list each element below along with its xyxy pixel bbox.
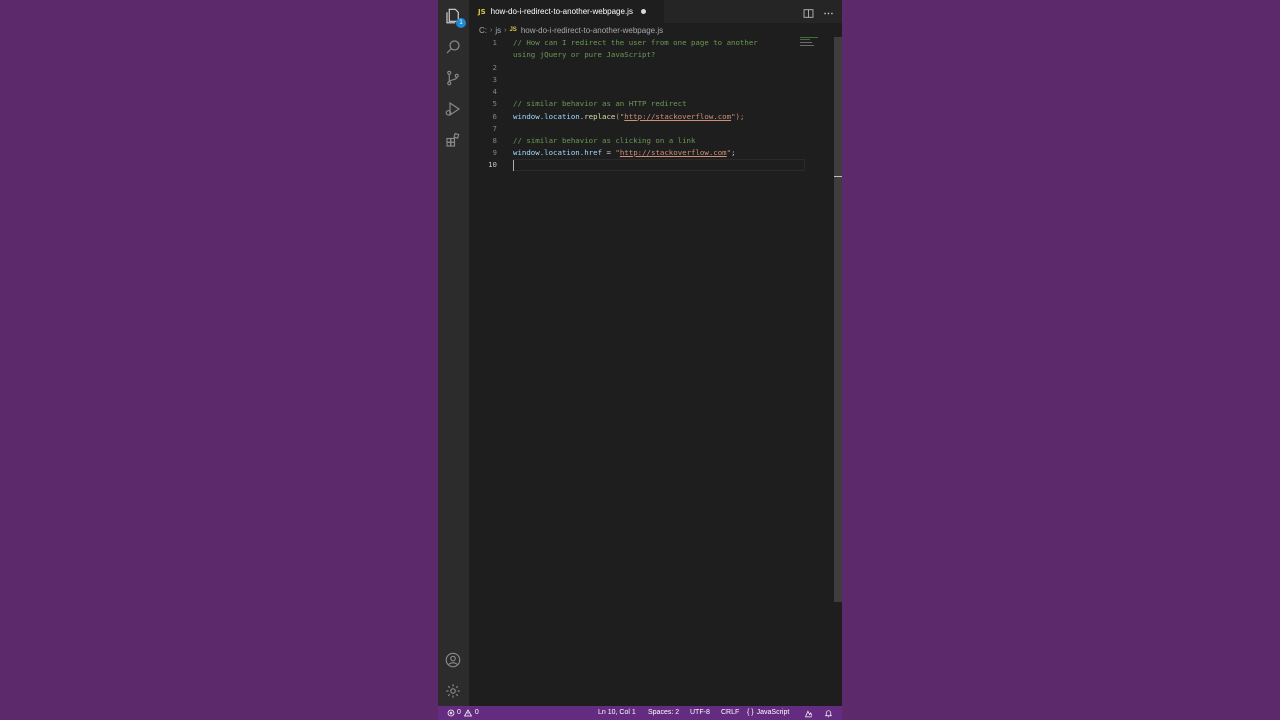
tab-active-file[interactable]: JS how-do-i-redirect-to-another-webpage.…: [469, 0, 664, 23]
split-editor-icon[interactable]: [803, 4, 814, 23]
braces-icon: { }: [747, 709, 754, 716]
chevron-right-icon: ›: [504, 26, 507, 34]
line-number: 5: [492, 99, 497, 108]
js-file-icon: JS: [509, 27, 517, 33]
line-number: 2: [492, 63, 497, 72]
token-href: href: [584, 148, 603, 157]
scrollbar-cursor-marker: [834, 176, 842, 177]
minimap[interactable]: [800, 37, 820, 47]
vscode-window: 1 JS how-do-i-redirect-to-another-webpag…: [438, 0, 842, 720]
activity-bar: 1: [438, 0, 469, 706]
explorer-badge: 1: [456, 18, 466, 28]
code-line-1-wrapped: using jQuery or pure JavaScript?: [513, 50, 656, 59]
url-link[interactable]: http://stackoverflow.com: [624, 112, 731, 121]
line-ending[interactable]: CRLF: [721, 706, 739, 720]
token-window: window: [513, 148, 540, 157]
source-control-icon[interactable]: [443, 68, 463, 88]
line-number: 6: [492, 112, 497, 121]
error-icon: [447, 709, 455, 717]
more-actions-icon[interactable]: [823, 4, 834, 23]
extensions-icon[interactable]: [443, 130, 463, 150]
breadcrumb: C: › js › JS how-do-i-redirect-to-anothe…: [469, 23, 842, 37]
breadcrumb-file[interactable]: how-do-i-redirect-to-another-webpage.js: [521, 26, 663, 35]
cursor-position[interactable]: Ln 10, Col 1: [598, 706, 636, 720]
code-editor[interactable]: 1 2 3 4 5 6 7 8 9 10 // How can I redire…: [469, 37, 834, 706]
line-number: 1: [492, 38, 497, 47]
chevron-right-icon: ›: [490, 26, 493, 34]
explorer-icon[interactable]: 1: [443, 6, 466, 28]
breadcrumb-folder[interactable]: js: [495, 26, 501, 35]
code-line-1: // How can I redirect the user from one …: [513, 38, 758, 47]
line-number: 7: [492, 124, 497, 133]
token-location: location: [544, 112, 580, 121]
token-location: location: [544, 148, 580, 157]
search-icon[interactable]: [443, 37, 463, 57]
unsaved-dot-icon[interactable]: [640, 9, 646, 14]
vertical-scrollbar[interactable]: [834, 37, 842, 602]
token-assign: =: [602, 148, 616, 157]
breadcrumb-drive[interactable]: C:: [479, 26, 487, 35]
token-open: (": [615, 112, 625, 121]
run-debug-icon[interactable]: [443, 99, 463, 119]
tab-bar: JS how-do-i-redirect-to-another-webpage.…: [469, 0, 842, 23]
token-close: ");: [731, 112, 745, 121]
line-number: 8: [492, 136, 497, 145]
code-line-9: window.location.href = "http://stackover…: [513, 147, 736, 159]
notifications-bell-icon[interactable]: [824, 706, 833, 720]
tab-title: how-do-i-redirect-to-another-webpage.js: [490, 7, 633, 16]
account-icon[interactable]: [443, 650, 463, 670]
language-label: JavaScript: [756, 709, 790, 716]
token-replace: replace: [584, 112, 616, 121]
feedback-icon[interactable]: [804, 706, 813, 720]
token-window: window: [513, 112, 540, 121]
language-mode[interactable]: { } JavaScript: [747, 706, 789, 720]
current-line-highlight: [513, 159, 805, 171]
js-file-icon: JS: [478, 7, 486, 16]
indentation[interactable]: Spaces: 2: [648, 706, 679, 720]
encoding[interactable]: UTF-8: [690, 706, 710, 720]
warning-icon: [463, 709, 472, 717]
code-line-6: window.location.replace("http://stackove…: [513, 111, 744, 123]
warning-count: 0: [474, 709, 479, 716]
status-bar: 0 0 Ln 10, Col 1 Spaces: 2 UTF-8 CRLF { …: [438, 706, 842, 720]
line-number: 9: [492, 148, 497, 157]
code-line-5: // similar behavior as an HTTP redirect: [513, 99, 687, 108]
manage-gear-icon[interactable]: [443, 681, 463, 701]
line-number-current: 10: [488, 160, 497, 169]
text-cursor: [513, 160, 514, 171]
token-semicolon: ;: [731, 148, 736, 157]
problems-indicator[interactable]: 0 0: [447, 706, 479, 720]
code-line-8: // similar behavior as clicking on a lin…: [513, 136, 696, 145]
line-number: 4: [492, 87, 497, 96]
url-link[interactable]: http://stackoverflow.com: [620, 148, 727, 157]
tab-actions: [803, 4, 834, 23]
line-number: 3: [492, 75, 497, 84]
error-count: 0: [457, 709, 461, 716]
